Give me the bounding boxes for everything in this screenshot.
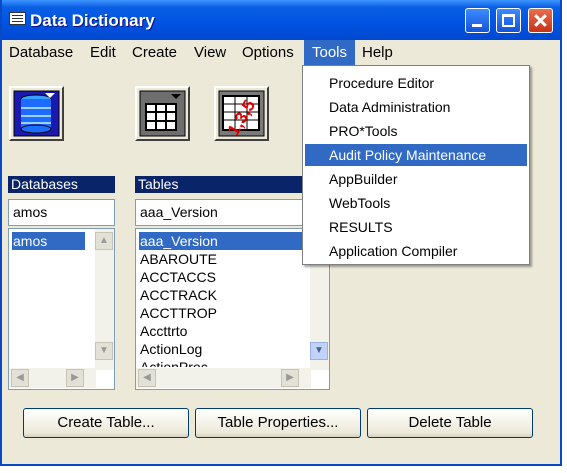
scroll-down-icon[interactable]: ▼: [95, 342, 113, 360]
menu-item-webtools[interactable]: WebTools: [305, 192, 527, 214]
list-item[interactable]: ActionLog: [139, 340, 202, 358]
list-item[interactable]: ActionProc: [139, 358, 208, 367]
table-icon: [139, 90, 186, 137]
list-item[interactable]: ACCTTROP: [139, 304, 217, 322]
menu-item-audit-policy-maintenance[interactable]: Audit Policy Maintenance: [305, 144, 527, 166]
scroll-left-icon[interactable]: ◀: [138, 369, 156, 387]
close-icon: [529, 9, 552, 32]
database-name-field[interactable]: amos: [8, 199, 115, 226]
menu-tools[interactable]: Tools: [304, 40, 355, 66]
sequence-toolbar-button[interactable]: 1,3,5: [214, 86, 269, 141]
menu-item-data-administration[interactable]: Data Administration: [305, 96, 527, 118]
title-bar[interactable]: Data Dictionary: [2, 0, 560, 40]
menu-bar: Database Edit Create View Options Tools …: [2, 40, 560, 66]
minimize-button[interactable]: [465, 8, 490, 33]
scroll-left-icon[interactable]: ◀: [11, 369, 29, 387]
table-name-field[interactable]: aaa_Version: [135, 199, 305, 226]
menu-item-results[interactable]: RESULTS: [305, 216, 527, 238]
databases-label: Databases: [8, 176, 115, 193]
menu-edit[interactable]: Edit: [88, 40, 118, 66]
menu-create[interactable]: Create: [130, 40, 179, 66]
tables-horizontal-scrollbar[interactable]: ◀ ▶: [136, 368, 311, 388]
database-toolbar-button[interactable]: [9, 86, 64, 141]
menu-view[interactable]: View: [192, 40, 228, 66]
minimize-icon: [472, 24, 482, 27]
maximize-button[interactable]: [496, 8, 521, 33]
database-icon: [13, 90, 60, 137]
scroll-right-icon[interactable]: ▶: [281, 369, 299, 387]
menu-help[interactable]: Help: [360, 40, 395, 66]
table-properties-button[interactable]: Table Properties...: [195, 408, 361, 438]
list-item[interactable]: Accttrto: [139, 322, 187, 340]
databases-vertical-scrollbar[interactable]: ▲ ▼: [95, 229, 114, 370]
scroll-up-icon[interactable]: ▲: [95, 232, 113, 250]
menu-item-appbuilder[interactable]: AppBuilder: [305, 168, 527, 190]
list-item[interactable]: ACCTRACK: [139, 286, 217, 304]
menu-item-procedure-editor[interactable]: Procedure Editor: [305, 72, 527, 94]
scroll-right-icon[interactable]: ▶: [66, 369, 84, 387]
delete-table-button[interactable]: Delete Table: [367, 408, 533, 438]
menu-item-application-compiler[interactable]: Application Compiler: [305, 240, 527, 262]
tables-label: Tables: [135, 176, 305, 193]
window-title: Data Dictionary: [30, 11, 155, 30]
create-table-button[interactable]: Create Table...: [23, 408, 189, 438]
scroll-down-icon[interactable]: ▼: [310, 342, 328, 360]
menu-item-pro-tools[interactable]: PRO*Tools: [305, 120, 527, 142]
close-button[interactable]: [528, 8, 553, 33]
databases-list[interactable]: amos ▲ ▼ ◀ ▶: [8, 228, 115, 390]
menu-options[interactable]: Options: [240, 40, 296, 66]
menu-database[interactable]: Database: [7, 40, 75, 66]
maximize-icon: [502, 14, 515, 27]
tools-menu: Procedure Editor Data Administration PRO…: [302, 65, 530, 265]
databases-horizontal-scrollbar[interactable]: ◀ ▶: [9, 368, 96, 388]
table-toolbar-button[interactable]: [135, 86, 190, 141]
list-item[interactable]: aaa_Version: [139, 232, 304, 250]
list-item[interactable]: amos: [12, 232, 85, 250]
tables-list[interactable]: aaa_Version ABAROUTE ACCTACCS ACCTRACK A…: [135, 228, 330, 390]
list-item[interactable]: ABAROUTE: [139, 250, 217, 268]
app-icon: [9, 12, 26, 25]
list-item[interactable]: ACCTACCS: [139, 268, 216, 286]
